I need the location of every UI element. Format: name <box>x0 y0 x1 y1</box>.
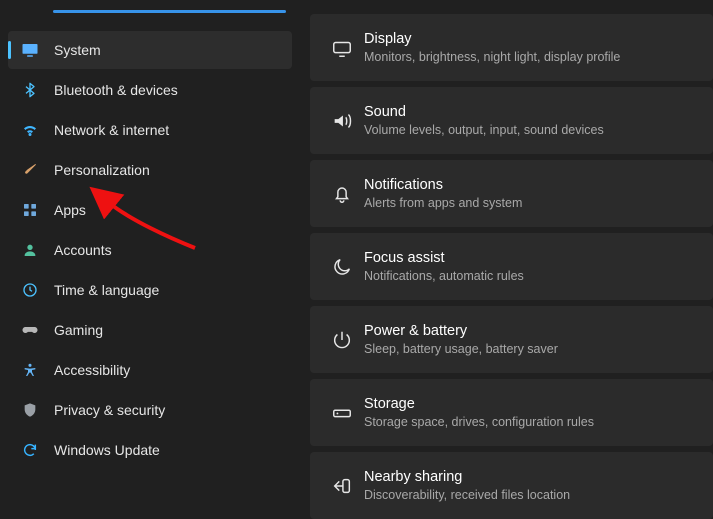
power-icon <box>320 329 364 351</box>
person-icon <box>16 242 44 258</box>
sidebar-item-label: Personalization <box>44 162 150 178</box>
monitor-icon <box>16 41 44 59</box>
tile-title: Focus assist <box>364 250 524 267</box>
moon-icon <box>320 256 364 278</box>
share-icon <box>320 475 364 497</box>
tile-title: Nearby sharing <box>364 469 570 486</box>
sidebar-item-label: Accounts <box>44 242 112 258</box>
tile-notifications[interactable]: Notifications Alerts from apps and syste… <box>310 160 713 227</box>
sidebar-item-label: Apps <box>44 202 86 218</box>
sidebar-item-label: Time & language <box>44 282 159 298</box>
settings-content: Display Monitors, brightness, night ligh… <box>300 0 713 519</box>
tile-title: Display <box>364 31 620 48</box>
wifi-icon <box>16 121 44 139</box>
tile-title: Sound <box>364 104 604 121</box>
gamepad-icon <box>16 321 44 339</box>
apps-icon <box>16 202 44 218</box>
sound-icon <box>320 110 364 132</box>
sidebar-item-label: Privacy & security <box>44 402 165 418</box>
sidebar-item-personalization[interactable]: Personalization <box>8 151 292 189</box>
sidebar-item-gaming[interactable]: Gaming <box>8 311 292 349</box>
tile-storage[interactable]: Storage Storage space, drives, configura… <box>310 379 713 446</box>
tile-title: Storage <box>364 396 594 413</box>
sidebar-item-network[interactable]: Network & internet <box>8 111 292 149</box>
sidebar-item-label: Gaming <box>44 322 103 338</box>
tile-subtitle: Volume levels, output, input, sound devi… <box>364 123 604 137</box>
storage-icon <box>320 402 364 424</box>
tile-subtitle: Notifications, automatic rules <box>364 269 524 283</box>
tile-subtitle: Discoverability, received files location <box>364 488 570 502</box>
display-icon <box>320 37 364 59</box>
paintbrush-icon <box>16 162 44 178</box>
tile-display[interactable]: Display Monitors, brightness, night ligh… <box>310 14 713 81</box>
sidebar-item-accessibility[interactable]: Accessibility <box>8 351 292 389</box>
bluetooth-icon <box>16 82 44 98</box>
sidebar-item-label: Network & internet <box>44 122 169 138</box>
tile-subtitle: Alerts from apps and system <box>364 196 522 210</box>
accessibility-icon <box>16 362 44 378</box>
clock-icon <box>16 282 44 298</box>
tile-power[interactable]: Power & battery Sleep, battery usage, ba… <box>310 306 713 373</box>
search-underline <box>53 10 286 13</box>
bell-icon <box>320 183 364 205</box>
sidebar-item-apps[interactable]: Apps <box>8 191 292 229</box>
tile-subtitle: Sleep, battery usage, battery saver <box>364 342 558 356</box>
sidebar-item-time[interactable]: Time & language <box>8 271 292 309</box>
tile-focus[interactable]: Focus assist Notifications, automatic ru… <box>310 233 713 300</box>
tile-title: Notifications <box>364 177 522 194</box>
settings-sidebar: System Bluetooth & devices Network & int… <box>0 0 300 519</box>
sidebar-item-label: Windows Update <box>44 442 160 458</box>
update-icon <box>16 442 44 458</box>
tile-subtitle: Storage space, drives, configuration rul… <box>364 415 594 429</box>
sidebar-item-label: System <box>44 42 101 58</box>
tile-nearby[interactable]: Nearby sharing Discoverability, received… <box>310 452 713 519</box>
sidebar-item-privacy[interactable]: Privacy & security <box>8 391 292 429</box>
tile-sound[interactable]: Sound Volume levels, output, input, soun… <box>310 87 713 154</box>
sidebar-item-accounts[interactable]: Accounts <box>8 231 292 269</box>
shield-icon <box>16 402 44 418</box>
sidebar-item-system[interactable]: System <box>8 31 292 69</box>
tile-subtitle: Monitors, brightness, night light, displ… <box>364 50 620 64</box>
sidebar-item-label: Accessibility <box>44 362 130 378</box>
sidebar-item-update[interactable]: Windows Update <box>8 431 292 469</box>
tile-title: Power & battery <box>364 323 558 340</box>
sidebar-item-bluetooth[interactable]: Bluetooth & devices <box>8 71 292 109</box>
sidebar-item-label: Bluetooth & devices <box>44 82 178 98</box>
